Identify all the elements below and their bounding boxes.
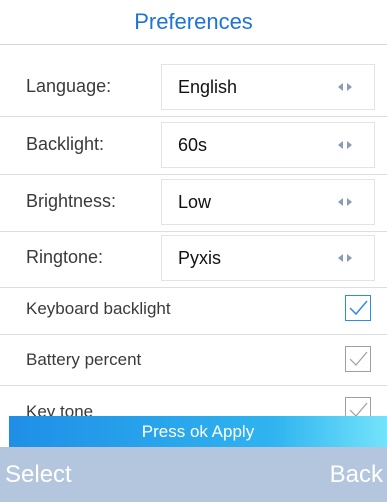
backlight-selector[interactable]: 60s xyxy=(161,122,375,168)
left-right-arrows-icon[interactable] xyxy=(338,65,352,109)
battery-percent-checkbox[interactable] xyxy=(345,346,371,372)
select-softkey[interactable]: Select xyxy=(5,447,72,502)
ringtone-selector[interactable]: Pyxis xyxy=(161,235,375,281)
softkey-bar: Select Back xyxy=(0,447,387,502)
left-right-arrows-icon[interactable] xyxy=(338,123,352,167)
backlight-value: 60s xyxy=(178,134,208,155)
left-right-arrows-icon[interactable] xyxy=(338,180,352,224)
back-softkey[interactable]: Back xyxy=(330,447,383,502)
brightness-selector[interactable]: Low xyxy=(161,179,375,225)
keyboard-backlight-checkbox[interactable] xyxy=(345,295,371,321)
toggle-row-keyboard-backlight[interactable]: Keyboard backlight xyxy=(0,284,387,335)
setting-row-brightness[interactable]: Brightness: Low xyxy=(0,172,387,232)
checkmark-icon xyxy=(349,351,368,366)
brightness-label: Brightness: xyxy=(26,191,117,211)
apply-hint-text: Press ok Apply xyxy=(141,421,255,441)
checkmark-icon xyxy=(349,300,368,316)
language-label: Language: xyxy=(26,76,112,96)
setting-row-backlight[interactable]: Backlight: 60s xyxy=(0,115,387,175)
keyboard-backlight-label: Keyboard backlight xyxy=(26,299,171,318)
setting-row-language[interactable]: Language: English xyxy=(0,57,387,117)
backlight-label: Backlight: xyxy=(26,134,105,154)
toggle-row-battery-percent[interactable]: Battery percent xyxy=(0,335,387,386)
left-right-arrows-icon[interactable] xyxy=(338,236,352,280)
language-value: English xyxy=(178,76,238,97)
brightness-value: Low xyxy=(178,191,212,212)
setting-row-ringtone[interactable]: Ringtone: Pyxis xyxy=(0,228,387,288)
page-title-text: Preferences xyxy=(134,9,253,34)
ringtone-label: Ringtone: xyxy=(26,247,104,267)
battery-percent-label: Battery percent xyxy=(26,350,142,369)
language-selector[interactable]: English xyxy=(161,64,375,110)
ringtone-value: Pyxis xyxy=(178,247,222,268)
apply-hint-bar: Press ok Apply xyxy=(9,416,387,447)
page-title: Preferences xyxy=(0,0,387,45)
